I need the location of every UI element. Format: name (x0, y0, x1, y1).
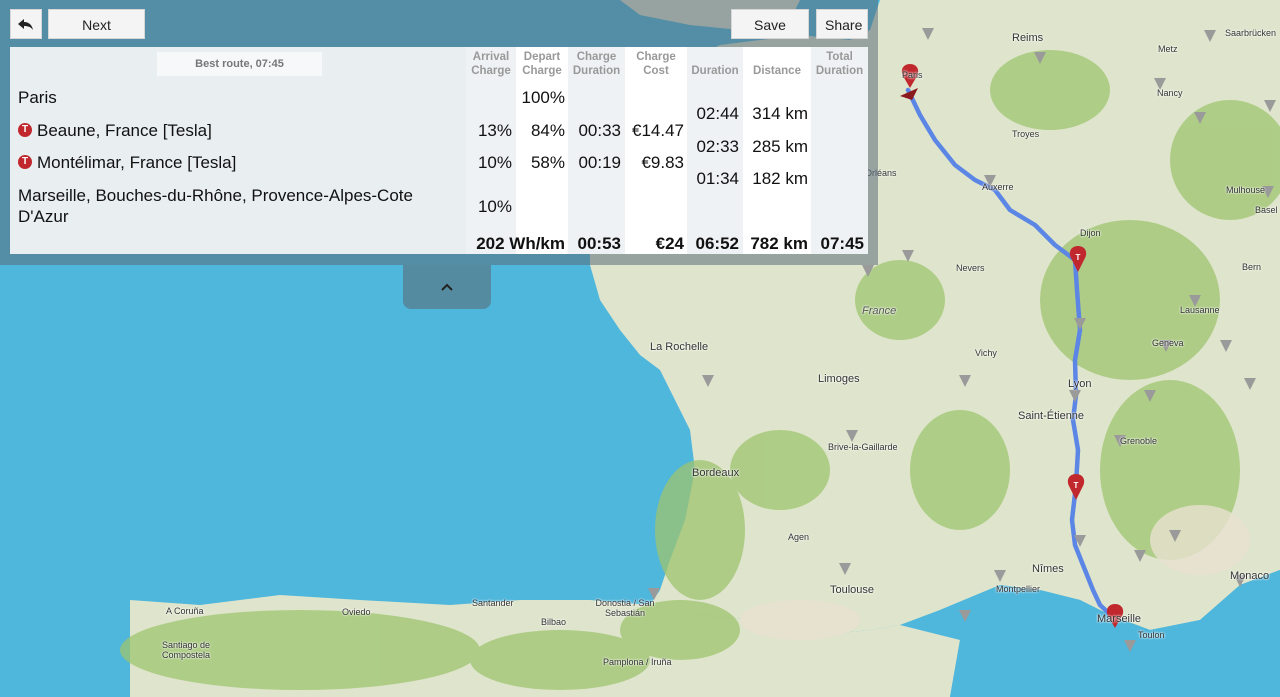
map-label-metz: Metz (1158, 44, 1178, 54)
map-label-auxerre: Auxerre (982, 182, 1014, 192)
total-charge-duration: 00:53 (577, 234, 621, 253)
charge-cost-montelimar: €9.83 (641, 153, 684, 172)
map-label-nimes: Nîmes (1032, 563, 1064, 575)
map-label-montpellier: Montpellier (996, 584, 1041, 594)
share-button[interactable]: Share (816, 9, 868, 39)
header-charge-duration: Charge Duration (572, 51, 621, 77)
depart-charge-paris: 100% (521, 88, 565, 107)
map-label-saarbrucken: Saarbrücken (1225, 28, 1277, 38)
leg-duration-column: Duration 02:44 02:33 01:34 (687, 47, 743, 254)
map-label-grenoble: Grenoble (1120, 436, 1158, 446)
map-label-la-rochelle: La Rochelle (650, 341, 709, 353)
stop-name-marseille[interactable]: Marseille, Bouches-du-Rhône, Provence-Al… (18, 185, 458, 227)
map-label-geneva: Geneva (1152, 338, 1184, 348)
leg-distance-3: 182 km (752, 169, 808, 188)
tesla-charger-icon (18, 123, 32, 137)
map-label-brive: Brive-la-Gaillarde (828, 442, 898, 452)
tesla-charger-icon (18, 155, 32, 169)
map-label-nevers: Nevers (956, 263, 985, 273)
depart-charge-montelimar: 58% (530, 153, 565, 172)
map-label-bern: Bern (1242, 262, 1262, 272)
map-label-country-france: France (862, 305, 897, 317)
header-depart-charge: Depart Charge (522, 51, 562, 77)
map-label-marseille: Marseille (1097, 613, 1142, 625)
charge-duration-column: Charge Duration 00:33 00:19 (568, 47, 625, 254)
total-duration: 06:52 (695, 234, 739, 253)
depart-charge-beaune: 84% (530, 121, 565, 140)
map-label-agen: Agen (788, 532, 810, 542)
leg-distance-2: 285 km (752, 137, 808, 156)
map-label-dijon: Dijon (1080, 228, 1101, 238)
leg-duration-2: 02:33 (696, 137, 739, 156)
map-label-limoges: Limoges (818, 373, 860, 385)
leg-distance-1: 314 km (752, 104, 808, 123)
stop-row-montelimar[interactable]: Montélimar, France [Tesla] (18, 152, 236, 173)
map-label-troyes: Troyes (1012, 129, 1040, 139)
charge-cost-column: Charge Cost €14.47 €9.83 (625, 47, 687, 254)
map-label-toulouse: Toulouse (830, 584, 875, 596)
header-arrival-charge: Arrival Charge (471, 51, 511, 77)
map-label-santander: Santander (472, 598, 514, 608)
map-label-pamplona: Pamplona / Iruña (603, 657, 672, 667)
stop-name-beaune: Beaune, France [Tesla] (37, 121, 212, 140)
map-label-lausanne: Lausanne (1180, 305, 1220, 315)
leg-distance-column: Distance 314 km 285 km 182 km (743, 47, 811, 254)
save-plan-button[interactable]: Save Plan (731, 9, 809, 63)
map-label-toulon: Toulon (1138, 630, 1165, 640)
route-panel: Next Charger Save Plan Share Best route,… (0, 0, 878, 265)
total-efficiency: 202 Wh/km (476, 234, 565, 253)
leg-duration-3: 01:34 (696, 169, 739, 188)
stops-column: Best route, 07:45 Paris Beaune, France [… (10, 47, 466, 254)
svg-text:T: T (1076, 253, 1081, 262)
chevron-up-icon (441, 283, 453, 291)
total-duration-column: Total Duration (811, 47, 868, 254)
charge-duration-beaune: 00:33 (578, 121, 621, 140)
arrival-charge-marseille: 10% (477, 197, 512, 216)
map-label-bordeaux: Bordeaux (692, 467, 740, 479)
map-label-a-coruna: A Coruña (166, 606, 204, 616)
stop-name-montelimar: Montélimar, France [Tesla] (37, 153, 237, 172)
depart-charge-column: Depart Charge 100% 84% 58% (516, 47, 568, 254)
map-label-bilbao: Bilbao (541, 617, 567, 627)
best-route-label: Best route, 07:45 (157, 52, 322, 76)
header-distance: Distance (753, 65, 801, 77)
map-label-lyon: Lyon (1068, 378, 1092, 390)
arrival-charge-beaune: 13% (477, 121, 512, 140)
header-total-duration: Total Duration (815, 51, 864, 77)
svg-text:T: T (1074, 481, 1079, 490)
arrival-charge-column: Arrival Charge 13% 10% 10% (466, 47, 516, 254)
map-label-monaco: Monaco (1230, 570, 1270, 582)
total-trip-duration: 07:45 (820, 234, 864, 253)
header-charge-cost: Charge Cost (636, 51, 676, 77)
undo-arrow-icon (18, 19, 33, 30)
collapse-panel-button[interactable] (403, 265, 491, 309)
total-distance: 782 km (750, 234, 808, 253)
next-charger-button[interactable]: Next Charger (48, 9, 145, 63)
route-table: Best route, 07:45 Paris Beaune, France [… (10, 47, 868, 254)
total-charge-cost: €24 (655, 234, 684, 253)
map-label-mulhouse: Mulhouse (1226, 185, 1266, 195)
leg-duration-1: 02:44 (696, 104, 739, 123)
map-label-saint-etienne: Saint-Étienne (1018, 410, 1085, 422)
stop-name-paris[interactable]: Paris (18, 87, 57, 108)
header-duration: Duration (691, 65, 739, 77)
charge-duration-montelimar: 00:19 (578, 153, 621, 172)
map-label-reims: Reims (1012, 32, 1044, 44)
map-label-nancy: Nancy (1157, 88, 1183, 98)
map-label-vichy: Vichy (975, 348, 997, 358)
stop-row-beaune[interactable]: Beaune, France [Tesla] (18, 120, 212, 141)
arrival-charge-montelimar: 10% (477, 153, 512, 172)
charge-cost-beaune: €14.47 (632, 121, 684, 140)
map-label-donostia: Donostia / San Sebastián (595, 598, 655, 618)
map-label-santiago: Santiago de Compostela (161, 640, 211, 660)
back-button[interactable] (10, 9, 42, 39)
map-label-oviedo: Oviedo (342, 607, 371, 617)
map-label-paris: Paris (902, 70, 923, 80)
map-label-basel: Basel (1255, 205, 1278, 215)
